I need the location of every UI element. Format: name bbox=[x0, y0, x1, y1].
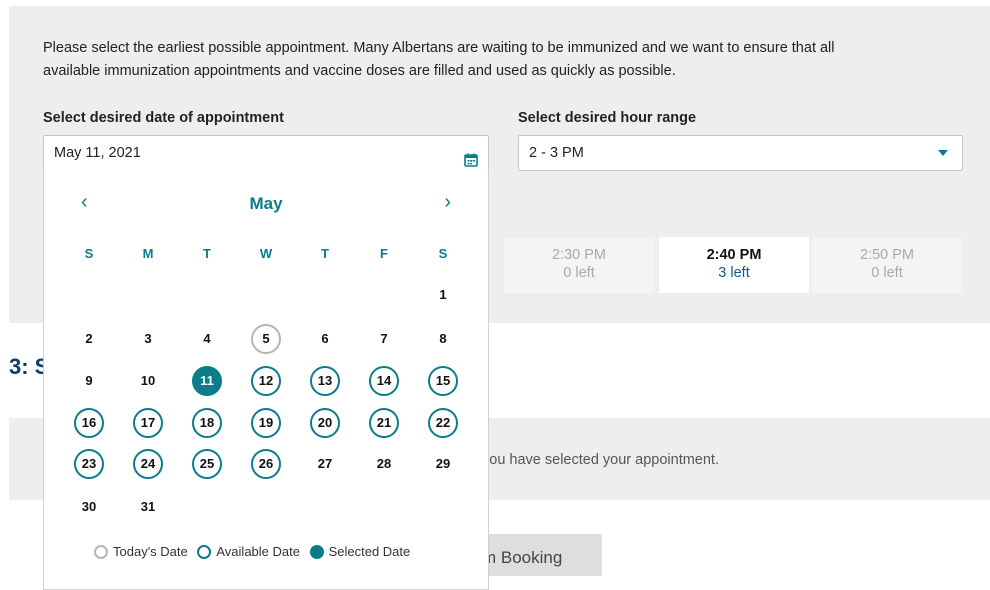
weekday-header: W bbox=[259, 246, 273, 261]
time-slot-240[interactable]: 2:40 PM 3 left bbox=[659, 237, 809, 293]
date-field-label: Select desired date of appointment bbox=[43, 110, 284, 126]
calendar-day-6: 6 bbox=[321, 331, 329, 346]
intro-line-1: Please select the earliest possible appo… bbox=[43, 40, 835, 56]
calendar-day-8: 8 bbox=[439, 331, 447, 346]
chevron-down-icon[interactable] bbox=[938, 150, 948, 156]
date-input[interactable]: May 11, 2021 bbox=[43, 135, 489, 171]
calendar-day-22[interactable]: 22 bbox=[428, 408, 458, 438]
calendar-day-17[interactable]: 17 bbox=[133, 408, 163, 438]
calendar-month: May bbox=[249, 194, 283, 213]
legend-available-label: Available Date bbox=[216, 544, 300, 559]
calendar-day-11[interactable]: 11 bbox=[192, 366, 222, 396]
calendar-day-23[interactable]: 23 bbox=[74, 449, 104, 479]
time-slot-time: 2:50 PM bbox=[860, 247, 914, 263]
weekday-header: T bbox=[321, 246, 329, 261]
calendar-day-3: 3 bbox=[144, 331, 152, 346]
calendar-day-15[interactable]: 15 bbox=[428, 366, 458, 396]
intro-line-2: available immunization appointments and … bbox=[43, 63, 676, 79]
weekday-header: T bbox=[203, 246, 211, 261]
date-input-value: May 11, 2021 bbox=[54, 145, 141, 161]
calendar-day-26[interactable]: 26 bbox=[251, 449, 281, 479]
selected-dot-icon bbox=[309, 545, 324, 559]
calendar-day-18[interactable]: 18 bbox=[192, 408, 222, 438]
calendar-day-31: 31 bbox=[140, 499, 156, 514]
time-slot-count: 0 left bbox=[563, 265, 595, 281]
hour-range-value: 2 - 3 PM bbox=[529, 145, 584, 161]
calendar-day-7: 7 bbox=[380, 331, 388, 346]
calendar-day-9: 9 bbox=[85, 373, 93, 388]
time-slot-250: 2:50 PM 0 left bbox=[812, 237, 962, 293]
hour-range-select[interactable]: 2 - 3 PM bbox=[518, 135, 963, 171]
weekday-header: M bbox=[142, 246, 154, 261]
legend-today-label: Today's Date bbox=[113, 544, 188, 559]
calendar-day-25[interactable]: 25 bbox=[192, 449, 222, 479]
legend-selected: Selected Date bbox=[309, 544, 411, 559]
calendar-day-2: 2 bbox=[85, 331, 93, 346]
info-panel-text: you have selected your appointment. bbox=[482, 452, 719, 468]
legend-today: Today's Date bbox=[94, 544, 188, 559]
chevron-right-icon[interactable]: › bbox=[444, 192, 451, 212]
time-slot-count: 0 left bbox=[871, 265, 903, 281]
available-dot-icon bbox=[197, 545, 212, 559]
confirm-booking-button[interactable]: m Booking bbox=[470, 534, 602, 576]
intro-text: Please select the earliest possible appo… bbox=[43, 37, 943, 83]
calendar-legend: Today's Date Available Date Selected Dat… bbox=[94, 544, 416, 559]
calendar-day-24[interactable]: 24 bbox=[133, 449, 163, 479]
calendar-day-14[interactable]: 14 bbox=[369, 366, 399, 396]
calendar-day-19[interactable]: 19 bbox=[251, 408, 281, 438]
calendar-day-5: 5 bbox=[251, 324, 281, 354]
calendar-day-13[interactable]: 13 bbox=[310, 366, 340, 396]
legend-available: Available Date bbox=[197, 544, 300, 559]
calendar-day-12[interactable]: 12 bbox=[251, 366, 281, 396]
time-slot-230: 2:30 PM 0 left bbox=[504, 237, 654, 293]
calendar-day-27: 27 bbox=[317, 456, 333, 471]
legend-selected-label: Selected Date bbox=[328, 544, 411, 559]
date-picker-popup: ‹ May › SMTWTFS 1 2 3 4 5 6 7 8 9 10 11 12 13 14 15 16 1… bbox=[43, 170, 489, 590]
weekday-header: S bbox=[438, 246, 448, 261]
calendar-day-28: 28 bbox=[376, 456, 392, 471]
calendar-day-30: 30 bbox=[81, 499, 97, 514]
confirm-booking-label: m Booking bbox=[482, 548, 563, 567]
time-slot-time: 2:40 PM bbox=[706, 247, 762, 263]
calendar-day-4: 4 bbox=[203, 331, 211, 346]
today-dot-icon bbox=[94, 545, 108, 559]
calendar-icon[interactable] bbox=[464, 146, 478, 167]
time-slot-time: 2:30 PM bbox=[552, 247, 606, 263]
calendar-day-10: 10 bbox=[140, 373, 156, 388]
weekday-header: F bbox=[380, 246, 388, 261]
hour-range-label: Select desired hour range bbox=[518, 110, 697, 126]
calendar-day-1: 1 bbox=[439, 287, 447, 302]
calendar-day-21[interactable]: 21 bbox=[369, 408, 399, 438]
time-slot-count: 3 left bbox=[718, 265, 750, 281]
calendar-day-29: 29 bbox=[435, 456, 451, 471]
calendar-day-20[interactable]: 20 bbox=[310, 408, 340, 438]
weekday-header: S bbox=[84, 246, 94, 261]
calendar-day-16[interactable]: 16 bbox=[74, 408, 104, 438]
